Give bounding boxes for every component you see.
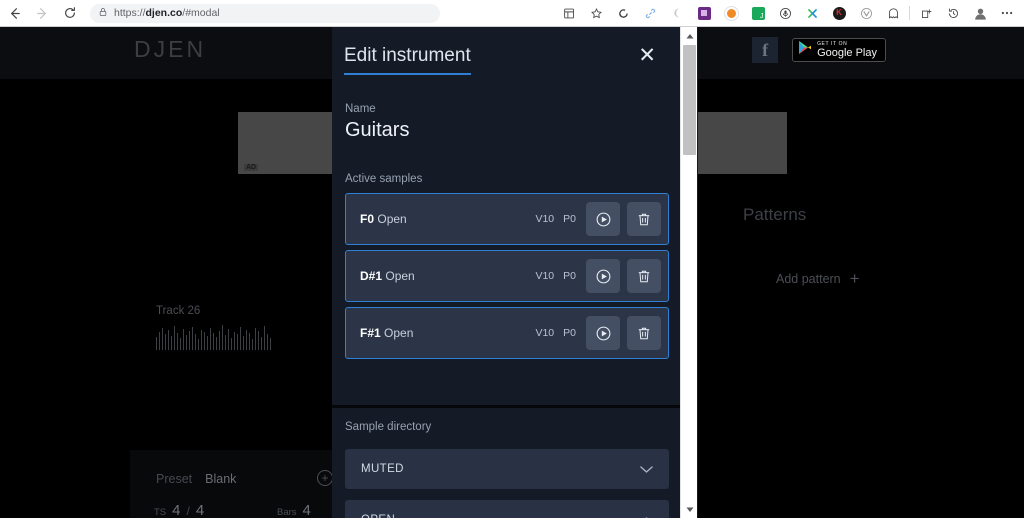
waveform-bar [201, 330, 202, 350]
address-bar-text: https://djen.co/#modal [114, 7, 220, 19]
time-signature-numerator[interactable]: 4 [172, 502, 180, 518]
waveform-bar [225, 335, 226, 350]
vivaldi-v-icon[interactable] [853, 1, 879, 25]
ghost-icon[interactable] [880, 1, 906, 25]
toolbar-divider [909, 6, 910, 20]
waveform-bar [246, 330, 247, 350]
waveform-bar [168, 330, 169, 350]
app-header-bar: DJEN f GET IT ON Google Play [0, 27, 1024, 79]
waveform-bar [156, 337, 157, 350]
waveform-bar [216, 337, 217, 350]
waveform-bar [171, 336, 172, 350]
favorites-star-icon[interactable] [583, 1, 609, 25]
waveform-bar [222, 325, 223, 350]
waveform-bar [270, 338, 271, 350]
address-bar[interactable]: https://djen.co/#modal [90, 3, 440, 23]
track-label: Track 26 [156, 305, 201, 317]
google-play-triangle-icon [798, 40, 812, 60]
more-settings-icon[interactable] [994, 1, 1020, 25]
app-logo[interactable]: DJEN [134, 36, 206, 63]
browser-toolbar: https://djen.co/#modal J K [0, 0, 1024, 27]
lock-icon [98, 4, 108, 22]
microphone-icon[interactable] [772, 1, 798, 25]
bars-value[interactable]: 4 [303, 502, 311, 518]
waveform-bar [210, 328, 211, 350]
orange-gear-icon[interactable] [718, 1, 744, 25]
collections-icon[interactable] [556, 1, 582, 25]
bars-row[interactable]: Bars 4 [277, 502, 311, 518]
time-signature-separator: / [186, 504, 190, 518]
waveform-bar [186, 335, 187, 350]
preset-value[interactable]: Blank [205, 472, 236, 486]
xmind-icon[interactable] [799, 1, 825, 25]
waveform-bar [255, 328, 256, 350]
waveform-bar [207, 336, 208, 350]
ad-placeholder-left: AD [238, 112, 503, 174]
plus-circle-icon[interactable]: + [317, 470, 333, 486]
waveform-bar [165, 334, 166, 350]
profile-avatar-icon[interactable] [967, 1, 993, 25]
back-button[interactable] [0, 1, 28, 25]
track-waveform[interactable] [156, 322, 346, 350]
waveform-bar [264, 326, 265, 350]
waveform-bar [267, 334, 268, 350]
waveform-bar [249, 333, 250, 350]
time-signature-label: TS [154, 507, 167, 518]
time-signature-row[interactable]: TS 4 / 4 [154, 502, 204, 518]
waveform-bar [195, 334, 196, 350]
forward-button[interactable] [28, 1, 56, 25]
preset-panel: Preset Blank + TS 4 / 4 Bars 4 [130, 450, 340, 518]
google-play-small-text: GET IT ON [817, 40, 848, 47]
add-tab-icon[interactable] [913, 1, 939, 25]
waveform-bar [177, 333, 178, 350]
sync-refresh-icon[interactable] [610, 1, 636, 25]
waveform-bar [258, 331, 259, 350]
waveform-bar [252, 339, 253, 350]
web-page-content: DJEN f GET IT ON Google Play AD Track 26… [0, 27, 1024, 518]
waveform-bar [192, 327, 193, 350]
add-pattern-button[interactable]: Add pattern + [776, 270, 860, 287]
waveform-bar [174, 326, 175, 350]
extension-icon-bar: J K [556, 1, 1024, 25]
facebook-icon[interactable]: f [752, 37, 779, 63]
preset-label: Preset [156, 472, 193, 486]
green-json-icon[interactable]: J [745, 1, 771, 25]
purple-app-icon[interactable] [691, 1, 717, 25]
google-play-big-text: Google Play [817, 46, 877, 59]
header-social-links: f GET IT ON Google Play [752, 37, 886, 63]
waveform-bar [234, 332, 235, 350]
time-signature-denominator[interactable]: 4 [196, 502, 204, 518]
waveform-bar [243, 336, 244, 350]
waveform-bar [180, 338, 181, 350]
waveform-bar [261, 337, 262, 350]
link-chain-icon[interactable] [637, 1, 663, 25]
waveform-bar [162, 328, 163, 350]
waveform-bar [183, 329, 184, 350]
waveform-bar [237, 334, 238, 350]
bars-label: Bars [277, 507, 297, 518]
history-icon[interactable] [940, 1, 966, 25]
waveform-bar [240, 327, 241, 350]
reload-button[interactable] [56, 1, 84, 25]
waveform-bar [219, 331, 220, 350]
ad-badge: AD [244, 164, 259, 171]
preset-row[interactable]: Preset Blank [156, 472, 236, 486]
waveform-bar [228, 329, 229, 350]
waveform-bar [198, 339, 199, 350]
kaspersky-icon[interactable]: K [826, 1, 852, 25]
moon-icon[interactable] [664, 1, 690, 25]
google-play-badge[interactable]: GET IT ON Google Play [792, 38, 886, 62]
patterns-title: Patterns [743, 205, 807, 224]
waveform-bar [231, 338, 232, 350]
plus-icon: + [849, 269, 860, 288]
waveform-bar [213, 333, 214, 350]
ad-placeholder-right [522, 112, 787, 174]
waveform-bar [159, 332, 160, 350]
waveform-bar [204, 332, 205, 350]
waveform-bar [189, 331, 190, 350]
add-pattern-label: Add pattern [776, 271, 841, 286]
